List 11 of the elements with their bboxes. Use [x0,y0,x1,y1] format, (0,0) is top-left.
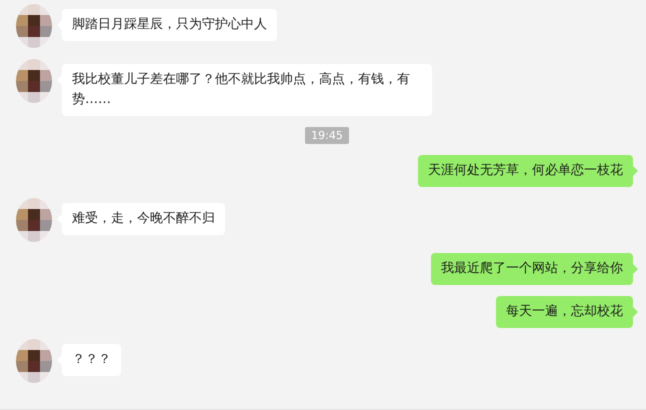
message-bubble: 天涯何处无芳草，何必单恋一枝花 [418,155,633,187]
bubble-pointer [633,166,638,176]
message-bubble: ？？？ [62,344,121,376]
bubble-pointer [633,264,638,274]
message-bubble: 每天一遍，忘却校花 [496,296,633,328]
message-bubble: 我最近爬了一个网站，分享给你 [431,253,633,285]
timestamp: 19:45 [305,127,349,144]
bubble-pointer [633,307,638,317]
message-bubble: 难受，走，今晚不醉不归 [62,203,225,235]
message-bubble: 脚踏日月踩星辰，只为守护心中人 [62,9,277,41]
message-bubble: 我比校董儿子差在哪了？他不就比我帅点，高点，有钱，有势…… [62,64,432,116]
